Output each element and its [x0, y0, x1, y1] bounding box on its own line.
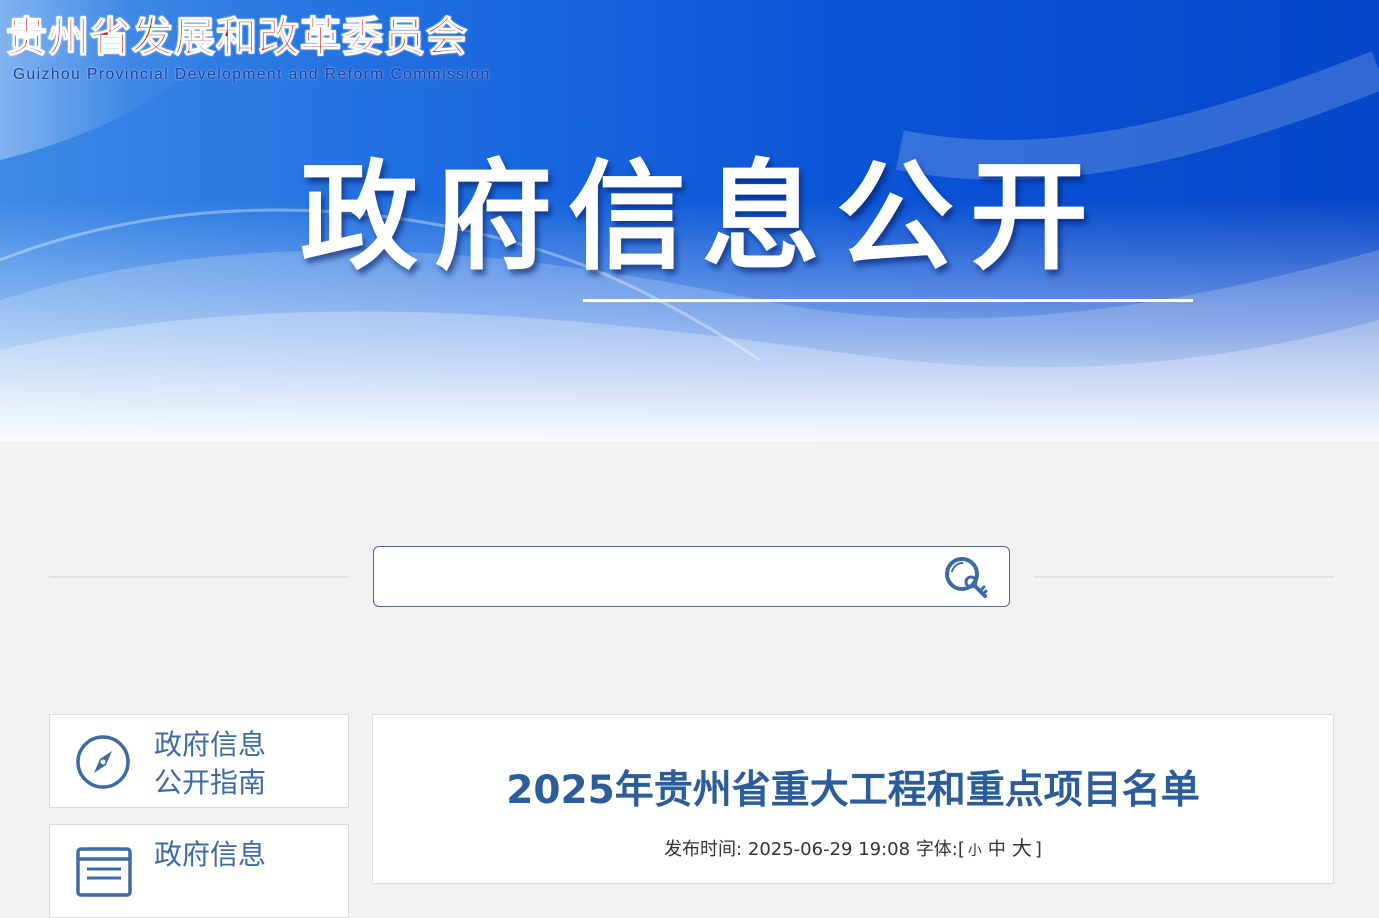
search-input[interactable]	[384, 555, 928, 599]
compass-icon	[74, 733, 132, 791]
sidebar-item-label-line1: 政府信息	[154, 838, 267, 871]
font-size-large-button[interactable]: 大	[1012, 836, 1032, 860]
font-size-close: ]	[1034, 839, 1042, 860]
font-size-medium-button[interactable]: 中	[988, 839, 1006, 860]
banner-title: 政府信息公开	[300, 148, 1105, 286]
article-title: 2025年贵州省重大工程和重点项目名单	[506, 768, 1200, 813]
article-meta: 发布时间: 2025-06-29 19:08 字体:[小中大]	[373, 835, 1333, 864]
search-button[interactable]	[938, 551, 994, 603]
sidebar-item-disclosure-guide[interactable]: 政府信息 公开指南	[49, 714, 349, 808]
article-panel: 2025年贵州省重大工程和重点项目名单 发布时间: 2025-06-29 19:…	[372, 714, 1334, 884]
search-key-icon	[945, 557, 988, 598]
publish-label: 发布时间:	[664, 839, 743, 860]
search-divider-right	[1034, 576, 1334, 578]
font-size-label: 字体:[	[915, 839, 965, 860]
header-banner: 贵州省发展和改革委员会 Guizhou Provincial Developme…	[0, 0, 1379, 441]
sidebar-item-label-line2: 公开指南	[154, 766, 267, 799]
publish-time: 2025-06-29 19:08	[747, 839, 911, 860]
org-name-en: Guizhou Provincial Development and Refor…	[13, 66, 491, 83]
search-box	[373, 546, 1010, 607]
sidebar-item-label: 政府信息	[154, 836, 344, 874]
sidebar-item-disclosure-catalog[interactable]: 政府信息	[49, 824, 349, 918]
document-list-icon	[74, 843, 132, 901]
search-divider-left	[49, 576, 349, 578]
font-size-small-button[interactable]: 小	[968, 843, 982, 859]
sidebar-item-label: 政府信息 公开指南	[154, 726, 344, 802]
org-name-cn[interactable]: 贵州省发展和改革委员会	[5, 12, 468, 62]
sidebar-item-label-line1: 政府信息	[154, 728, 267, 761]
banner-underline	[583, 299, 1193, 302]
